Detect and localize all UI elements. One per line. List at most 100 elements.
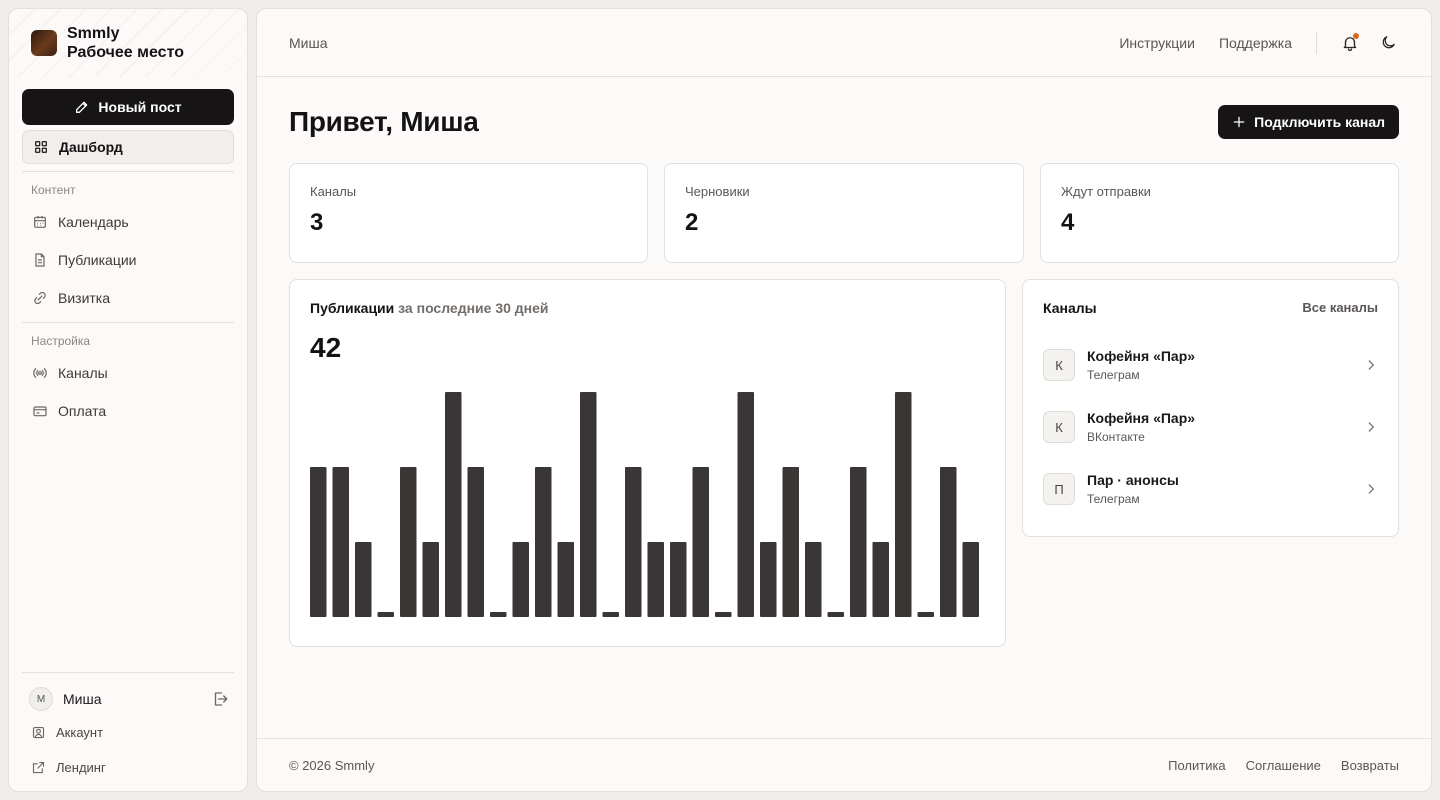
brand-name: Smmly [67, 25, 120, 42]
sidebar-item-dashboard[interactable]: Дашборд [22, 130, 234, 164]
chart-bar[interactable] [310, 467, 327, 617]
chart-bar[interactable] [580, 392, 597, 617]
footer: © 2026 Smmly Политика Соглашение Возврат… [257, 738, 1431, 791]
notification-dot [1353, 32, 1359, 39]
chart-bar[interactable] [647, 542, 665, 617]
chevron-right-icon [1368, 360, 1375, 370]
chart-bar[interactable] [692, 467, 710, 617]
stat-value: 2 [685, 209, 699, 236]
channel-row[interactable]: П Пар · анонсы Телеграм [1043, 469, 1378, 509]
section-label-content: Контент [31, 183, 76, 197]
chart-bar[interactable] [760, 542, 777, 617]
chart-bar[interactable] [332, 467, 350, 617]
logout-icon[interactable] [211, 690, 229, 708]
stat-card-pending: Ждут отправки 4 [1040, 163, 1399, 263]
chart-bar[interactable] [512, 542, 530, 617]
chart-bar[interactable] [737, 392, 755, 617]
broadcast-icon [33, 368, 47, 378]
chart-bar[interactable] [872, 542, 890, 617]
instructions-link[interactable]: Инструкции [1119, 35, 1195, 51]
channel-badge: К [1043, 411, 1075, 443]
chart-bar[interactable] [467, 467, 485, 617]
chart-bar[interactable] [715, 612, 732, 617]
all-channels-link[interactable]: Все каналы [1302, 300, 1378, 316]
breadcrumb[interactable]: Миша [289, 35, 1095, 51]
sidebar-link-account[interactable]: Аккаунт [31, 725, 103, 740]
chart-bar[interactable] [602, 612, 620, 617]
chart-bar[interactable] [625, 467, 642, 617]
chart-bar[interactable] [557, 542, 575, 617]
chart-bar[interactable] [422, 542, 440, 617]
stat-label: Ждут отправки [1061, 184, 1151, 199]
chart-bar[interactable] [377, 612, 395, 617]
topbar: Миша Инструкции Поддержка [257, 9, 1431, 77]
moon-icon [1382, 36, 1395, 49]
stat-label: Каналы [310, 184, 357, 199]
chart-bar[interactable] [917, 612, 935, 617]
copyright: © 2026 Smmly [289, 757, 375, 773]
divider [1316, 31, 1317, 54]
new-post-button[interactable]: Новый пост [22, 89, 234, 125]
chevron-right-icon [1368, 484, 1375, 494]
channel-name: Кофейня «Пар» [1087, 410, 1196, 426]
refunds-link[interactable]: Возвраты [1341, 758, 1399, 773]
sidebar-item-calendar[interactable]: Календарь [22, 205, 234, 239]
user-square-icon [32, 726, 45, 739]
agreement-link[interactable]: Соглашение [1246, 758, 1321, 773]
external-link-icon [32, 761, 45, 774]
channel-network: Телеграм [1087, 368, 1140, 382]
publications-chart-card: Публикации за последние 30 дней 42 [289, 279, 1006, 647]
chart-bar[interactable] [940, 467, 957, 617]
chart-title: Публикации за последние 30 дней [310, 300, 549, 316]
chart-bar[interactable] [782, 467, 800, 617]
channels-title: Каналы [1043, 300, 1097, 316]
divider [22, 322, 234, 323]
sidebar: Smmly Рабочее место Новый пост Дашборд К… [8, 8, 248, 792]
section-label-settings: Настройка [31, 334, 91, 348]
link-icon [34, 291, 46, 305]
channel-name: Пар · анонсы [1087, 472, 1179, 488]
chevron-right-icon [1368, 422, 1375, 432]
channel-row[interactable]: К Кофейня «Пар» Телеграм [1043, 345, 1378, 385]
chart-bar[interactable] [400, 467, 417, 617]
chart-subtitle: за последние 30 дней [398, 300, 549, 316]
main-panel: Миша Инструкции Поддержка Привет, Миша П… [256, 8, 1432, 792]
chart-bar[interactable] [490, 612, 507, 617]
grid-icon [35, 141, 47, 153]
chart-bar[interactable] [445, 392, 462, 617]
divider [22, 672, 234, 673]
notifications-button[interactable] [1339, 32, 1361, 54]
calendar-icon [34, 216, 46, 228]
sidebar-item-card[interactable]: Визитка [22, 281, 234, 315]
chart-bar[interactable] [670, 542, 687, 617]
divider [22, 171, 234, 172]
plus-icon [1233, 116, 1245, 128]
support-link[interactable]: Поддержка [1219, 35, 1292, 51]
chart-bar[interactable] [962, 542, 980, 617]
avatar[interactable]: М [29, 687, 53, 711]
pencil-icon [76, 101, 88, 113]
connect-channel-button[interactable]: Подключить канал [1218, 105, 1399, 139]
sidebar-item-publications[interactable]: Публикации [22, 243, 234, 277]
brand-logo [31, 30, 57, 56]
chart-bar[interactable] [535, 467, 552, 617]
stat-value: 3 [310, 209, 324, 236]
chart-bar[interactable] [805, 542, 822, 617]
brand-workspace: Рабочее место [67, 44, 184, 61]
page-title: Привет, Миша [289, 106, 479, 137]
document-icon [35, 253, 45, 267]
theme-toggle-button[interactable] [1377, 32, 1399, 54]
policy-link[interactable]: Политика [1168, 758, 1226, 773]
sidebar-item-channels[interactable]: Каналы [22, 356, 234, 390]
chart-bar[interactable] [827, 612, 845, 617]
channel-row[interactable]: К Кофейня «Пар» ВКонтакте [1043, 407, 1378, 447]
user-name: Миша [63, 691, 102, 707]
chart-bar[interactable] [895, 392, 912, 617]
brand[interactable]: Smmly Рабочее место [9, 9, 247, 77]
chart-bar[interactable] [355, 542, 372, 617]
channel-name: Кофейня «Пар» [1087, 348, 1196, 364]
sidebar-link-landing[interactable]: Лендинг [31, 760, 106, 775]
sidebar-item-payment[interactable]: Оплата [22, 394, 234, 428]
stat-value: 4 [1061, 209, 1075, 236]
chart-bar[interactable] [850, 467, 867, 617]
